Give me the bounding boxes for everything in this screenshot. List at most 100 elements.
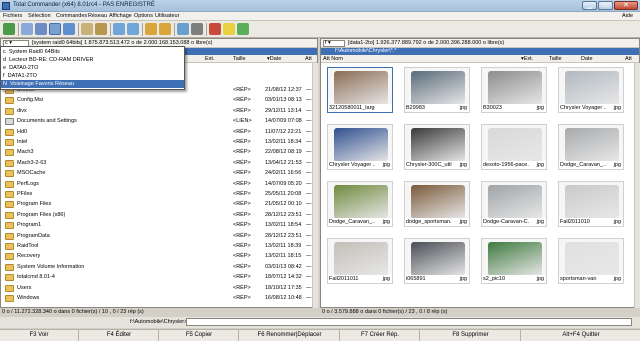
thumbnail-item[interactable]: 32120580011_large.jpg: [327, 67, 393, 113]
file-date: 13/02/11 18:39: [265, 243, 302, 249]
file-row[interactable]: Documents and Settings <LIEN> 14/07/09 07:…: [1, 117, 314, 127]
file-row[interactable]: PerfLogs <RÉP> 14/07/09 05:20 —: [1, 180, 314, 190]
view-full-icon[interactable]: [35, 23, 47, 35]
f6-move-button[interactable]: F6 Renommer|Déplacer: [240, 329, 340, 341]
tree-icon[interactable]: [63, 23, 75, 35]
menu-options[interactable]: Options: [134, 13, 153, 19]
thumbnail-item[interactable]: B30023 jpg: [481, 67, 547, 113]
right-col-date[interactable]: Date: [581, 56, 593, 62]
menu-affichage[interactable]: Affichage: [109, 13, 132, 19]
f5-copy-button[interactable]: F5 Copier: [160, 329, 239, 341]
sort-name-icon[interactable]: [81, 23, 93, 35]
refresh-icon[interactable]: [3, 23, 15, 35]
thumbnail-item[interactable]: Chrysler-300C_util... jpg: [404, 124, 470, 170]
thumbnail-item[interactable]: dodge_sportsman... jpg: [404, 181, 470, 227]
right-scrollbar[interactable]: [634, 63, 640, 308]
right-drive-select[interactable]: f ▾: [323, 40, 345, 47]
file-attr: —: [306, 295, 312, 301]
unpack-icon[interactable]: [159, 23, 171, 35]
thumbnail-item[interactable]: Fall2011010 jpg: [558, 181, 624, 227]
thumbnail-name: B29983: [406, 105, 425, 111]
toolbar-separator: [142, 23, 143, 36]
left-col-ext[interactable]: Ext.: [205, 56, 214, 62]
f8-delete-button[interactable]: F8 Supprimer: [421, 329, 521, 341]
file-size: <RÉP>: [233, 97, 251, 104]
minimize-button[interactable]: ▁: [582, 1, 597, 10]
menu-fichiers[interactable]: Fichiers: [3, 13, 22, 19]
command-line-input[interactable]: [186, 318, 632, 326]
file-row[interactable]: Program1 <RÉP> 13/02/11 18:54 —: [1, 221, 314, 231]
vehicle-photo: [411, 71, 465, 105]
file-row[interactable]: Recovery <RÉP> 13/02/11 18:15 —: [1, 252, 314, 262]
left-col-attr[interactable]: Att: [305, 56, 312, 62]
find-icon[interactable]: [191, 23, 203, 35]
file-row[interactable]: Mach3-2-63 <RÉP> 13/04/12 21:53 —: [1, 159, 314, 169]
file-row[interactable]: totalcmd 8.01-4 <RÉP> 18/07/12 14:32 —: [1, 273, 314, 283]
maximize-button[interactable]: ▭: [598, 1, 613, 10]
file-name: Documents and Settings: [17, 118, 77, 125]
maximize-icon: ▭: [602, 2, 609, 9]
left-col-date[interactable]: ▾Date: [267, 56, 281, 62]
menu-utilisateur[interactable]: Utilisateur: [155, 13, 179, 19]
drive-option-e[interactable]: e DATA0-2TO: [1, 64, 184, 72]
file-row[interactable]: divx <RÉP> 29/12/11 13:14 —: [1, 107, 314, 117]
thumbnail-caption: B30023 jpg: [482, 104, 546, 112]
right-col-attr[interactable]: Att: [625, 56, 632, 62]
file-row[interactable]: ProgramData <RÉP> 28/12/12 23:51 —: [1, 232, 314, 242]
thumbnail-item[interactable]: Dodge_Caravan_... jpg: [327, 181, 393, 227]
thumbnail-item[interactable]: Chrysler Voyager ... jpg: [327, 124, 393, 170]
right-col-size[interactable]: Taille: [549, 56, 562, 62]
thumbnail-item[interactable]: desoto-1956-pace... jpg: [481, 124, 547, 170]
menu-aide[interactable]: Aide: [622, 13, 633, 19]
drive-option-d[interactable]: d Lecteur BD-RE: CD-RAM DRIVER: [1, 56, 184, 64]
file-row[interactable]: Program Files (x86) <RÉP> 28/12/12 23:51 —: [1, 211, 314, 221]
menu-selection[interactable]: Sélection: [28, 13, 51, 19]
thumbnail-item[interactable]: sportsman-van jpg: [558, 238, 624, 284]
left-col-size[interactable]: Taille: [233, 56, 246, 62]
right-col-name[interactable]: Att Nom: [323, 56, 343, 62]
file-row[interactable]: Users <RÉP> 18/10/12 17:35 —: [1, 284, 314, 294]
thumbnail-item[interactable]: Chrysler Voyager ... jpg: [558, 67, 624, 113]
view-thumbs-icon[interactable]: [49, 23, 61, 35]
file-date: 25/05/11 20:08: [265, 191, 302, 197]
drive-option-network[interactable]: N Voisinage Favoris Réseau: [1, 80, 184, 88]
sync-icon[interactable]: [237, 23, 249, 35]
forward-icon[interactable]: [127, 23, 139, 35]
drive-option-f[interactable]: f DATA1-2TO: [1, 72, 184, 80]
drive-option-c[interactable]: c System Raid0 64Bits: [1, 48, 184, 56]
file-row[interactable]: Mach3 <RÉP> 22/08/12 08:19 —: [1, 148, 314, 158]
notepad-icon[interactable]: [223, 23, 235, 35]
thumbnail-item[interactable]: B29983 jpg: [404, 67, 470, 113]
rename-icon[interactable]: [209, 23, 221, 35]
alt-f4-quit-button[interactable]: Alt+F4 Quitter: [522, 329, 640, 341]
f4-edit-button[interactable]: F4 Éditer: [80, 329, 159, 341]
ftp-icon[interactable]: [177, 23, 189, 35]
sort-ext-icon[interactable]: [95, 23, 107, 35]
file-row[interactable]: Hd0 <RÉP> 11/07/12 22:21 —: [1, 128, 314, 138]
file-row[interactable]: PFiles <RÉP> 25/05/11 20:08 —: [1, 190, 314, 200]
close-button[interactable]: ✕: [614, 1, 638, 10]
thumbnail-item[interactable]: Fall2011011 jpg: [327, 238, 393, 284]
file-row[interactable]: Intel <RÉP> 13/02/11 18:34 —: [1, 138, 314, 148]
f7-mkdir-button[interactable]: F7 Créer Rép.: [341, 329, 420, 341]
menu-commandes[interactable]: Commandes: [56, 13, 87, 19]
thumbnail-item[interactable]: Dodge_Caravan_... jpg: [558, 124, 624, 170]
thumbnail-name: Dodge_Caravan_...: [560, 162, 606, 168]
file-row[interactable]: MSOCache <RÉP> 24/02/11 16:56 —: [1, 169, 314, 179]
back-icon[interactable]: [113, 23, 125, 35]
menu-reseau[interactable]: Réseau: [88, 13, 107, 19]
file-row[interactable]: System Volume Information <RÉP> 03/01/13 0…: [1, 263, 314, 273]
file-row[interactable]: RaidTool <RÉP> 13/02/11 18:39 —: [1, 242, 314, 252]
file-row[interactable]: Program Files <RÉP> 21/05/12 00:10 —: [1, 200, 314, 210]
toolbar-separator: [206, 23, 207, 36]
thumbnail-item[interactable]: i065891 jpg: [404, 238, 470, 284]
view-brief-icon[interactable]: [21, 23, 33, 35]
pack-icon[interactable]: [145, 23, 157, 35]
left-scrollbar[interactable]: [312, 63, 318, 308]
thumbnail-item[interactable]: Dodge-Caravan-C... jpg: [481, 181, 547, 227]
f3-view-button[interactable]: F3 Voir: [0, 329, 79, 341]
file-row[interactable]: Config.Msi <RÉP> 03/01/13 08:13 —: [1, 96, 314, 106]
file-row[interactable]: Windows <RÉP> 16/08/12 10:48 —: [1, 294, 314, 304]
right-col-ext[interactable]: ▾Ext.: [521, 56, 533, 62]
thumbnail-item[interactable]: s2_pic10 jpg: [481, 238, 547, 284]
